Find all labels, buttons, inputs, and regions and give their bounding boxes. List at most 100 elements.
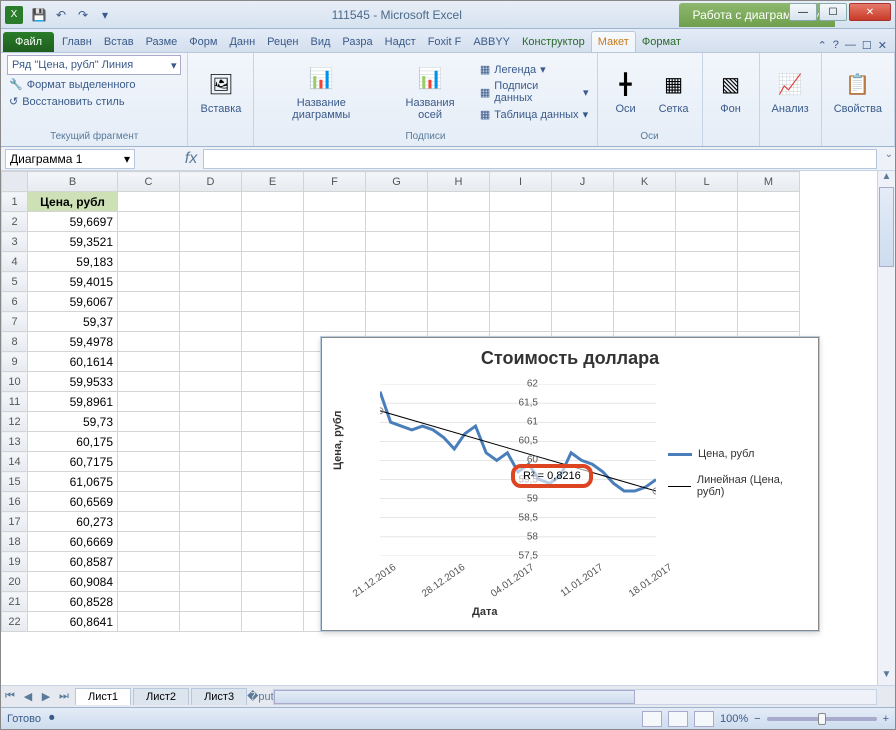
cell[interactable] — [242, 452, 304, 472]
cell[interactable] — [118, 452, 180, 472]
cell[interactable] — [180, 312, 242, 332]
cell[interactable] — [242, 332, 304, 352]
scroll-down-button[interactable]: ▼ — [878, 669, 895, 685]
row-header[interactable]: 17 — [2, 512, 28, 532]
chart-legend[interactable]: Цена, рубл Линейная (Цена, рубл) — [668, 448, 808, 512]
cell[interactable]: 59,6697 — [28, 212, 118, 232]
cell[interactable]: 59,183 — [28, 252, 118, 272]
view-pagebreak-button[interactable] — [694, 711, 714, 727]
cell[interactable] — [490, 212, 552, 232]
tab-abbyy[interactable]: ABBYY — [467, 32, 516, 52]
cell[interactable]: 60,7175 — [28, 452, 118, 472]
cell[interactable] — [428, 292, 490, 312]
cell[interactable] — [490, 252, 552, 272]
sheet-nav-prev[interactable]: ◀ — [19, 690, 37, 703]
cell[interactable] — [180, 412, 242, 432]
name-box[interactable]: Диаграмма 1▾ — [5, 149, 135, 169]
cell[interactable] — [242, 532, 304, 552]
cell[interactable] — [676, 192, 738, 212]
cell[interactable] — [304, 212, 366, 232]
cell[interactable] — [180, 612, 242, 632]
doc-close-button[interactable]: ✕ — [878, 39, 887, 52]
cell[interactable] — [242, 512, 304, 532]
macro-record-icon[interactable]: ⏺ — [49, 712, 55, 725]
cell[interactable]: 60,9084 — [28, 572, 118, 592]
column-header[interactable]: D — [180, 172, 242, 192]
cell[interactable] — [242, 272, 304, 292]
cell[interactable] — [118, 272, 180, 292]
cell[interactable]: 59,4015 — [28, 272, 118, 292]
minimize-button[interactable]: — — [789, 3, 817, 21]
y-axis-label[interactable]: Цена, рубл — [332, 411, 344, 470]
axis-titles-button[interactable]: 📊Названия осей — [386, 61, 474, 123]
cell[interactable] — [676, 232, 738, 252]
cell[interactable] — [118, 472, 180, 492]
cell[interactable] — [242, 432, 304, 452]
cell[interactable] — [242, 392, 304, 412]
analysis-button[interactable]: 📈Анализ — [766, 67, 815, 117]
cell[interactable]: 60,273 — [28, 512, 118, 532]
cell[interactable] — [490, 192, 552, 212]
cell[interactable] — [242, 472, 304, 492]
tab-addins[interactable]: Надст — [379, 32, 422, 52]
column-header[interactable]: E — [242, 172, 304, 192]
tab-chart-format[interactable]: Формат — [636, 32, 687, 52]
cell[interactable] — [242, 592, 304, 612]
row-header[interactable]: 10 — [2, 372, 28, 392]
format-selection-button[interactable]: 🔧Формат выделенного — [7, 77, 181, 92]
cell[interactable]: 59,6067 — [28, 292, 118, 312]
row-header[interactable]: 6 — [2, 292, 28, 312]
row-header[interactable]: 5 — [2, 272, 28, 292]
cell[interactable] — [676, 292, 738, 312]
column-header[interactable]: I — [490, 172, 552, 192]
cell[interactable]: 60,8587 — [28, 552, 118, 572]
cell[interactable] — [180, 372, 242, 392]
tab-insert[interactable]: Встав — [98, 32, 140, 52]
cell[interactable] — [118, 512, 180, 532]
data-labels-button[interactable]: ▦Подписи данных ▾ — [478, 79, 591, 105]
cell[interactable] — [366, 312, 428, 332]
cell[interactable] — [118, 232, 180, 252]
vertical-scrollbar[interactable]: ▲ ▼ — [877, 171, 895, 685]
cell[interactable] — [366, 272, 428, 292]
cell[interactable] — [304, 312, 366, 332]
cell[interactable] — [180, 572, 242, 592]
cell[interactable]: 59,8961 — [28, 392, 118, 412]
column-header[interactable]: H — [428, 172, 490, 192]
redo-button[interactable]: ↷ — [73, 5, 93, 25]
cell[interactable] — [552, 272, 614, 292]
cell[interactable] — [738, 272, 800, 292]
cell[interactable]: 61,0675 — [28, 472, 118, 492]
legend-item-series1[interactable]: Цена, рубл — [668, 448, 808, 460]
cell[interactable] — [180, 352, 242, 372]
cell[interactable] — [180, 452, 242, 472]
cell[interactable] — [304, 192, 366, 212]
maximize-button[interactable]: ☐ — [819, 3, 847, 21]
cell[interactable] — [118, 612, 180, 632]
cell[interactable]: 60,6569 — [28, 492, 118, 512]
cell[interactable] — [118, 392, 180, 412]
file-tab[interactable]: Файл — [3, 32, 54, 52]
qat-more-button[interactable]: ▾ — [95, 5, 115, 25]
column-header[interactable]: L — [676, 172, 738, 192]
insert-button[interactable]: 🖼Вставка — [194, 67, 247, 117]
cell[interactable] — [304, 232, 366, 252]
cell[interactable]: 60,1614 — [28, 352, 118, 372]
tab-home[interactable]: Главн — [56, 32, 98, 52]
cell[interactable] — [242, 312, 304, 332]
cell[interactable] — [242, 192, 304, 212]
cell[interactable] — [118, 212, 180, 232]
cell[interactable] — [676, 212, 738, 232]
row-header[interactable]: 1 — [2, 192, 28, 212]
cell[interactable] — [180, 292, 242, 312]
cell[interactable] — [366, 292, 428, 312]
cell[interactable] — [676, 272, 738, 292]
cell[interactable] — [428, 252, 490, 272]
row-header[interactable]: 2 — [2, 212, 28, 232]
cell[interactable] — [304, 272, 366, 292]
cell[interactable] — [242, 352, 304, 372]
tab-pagelayout[interactable]: Разме — [140, 32, 184, 52]
sheet-tab[interactable]: Лист2 — [133, 688, 189, 705]
cell[interactable] — [676, 252, 738, 272]
cell[interactable] — [490, 292, 552, 312]
